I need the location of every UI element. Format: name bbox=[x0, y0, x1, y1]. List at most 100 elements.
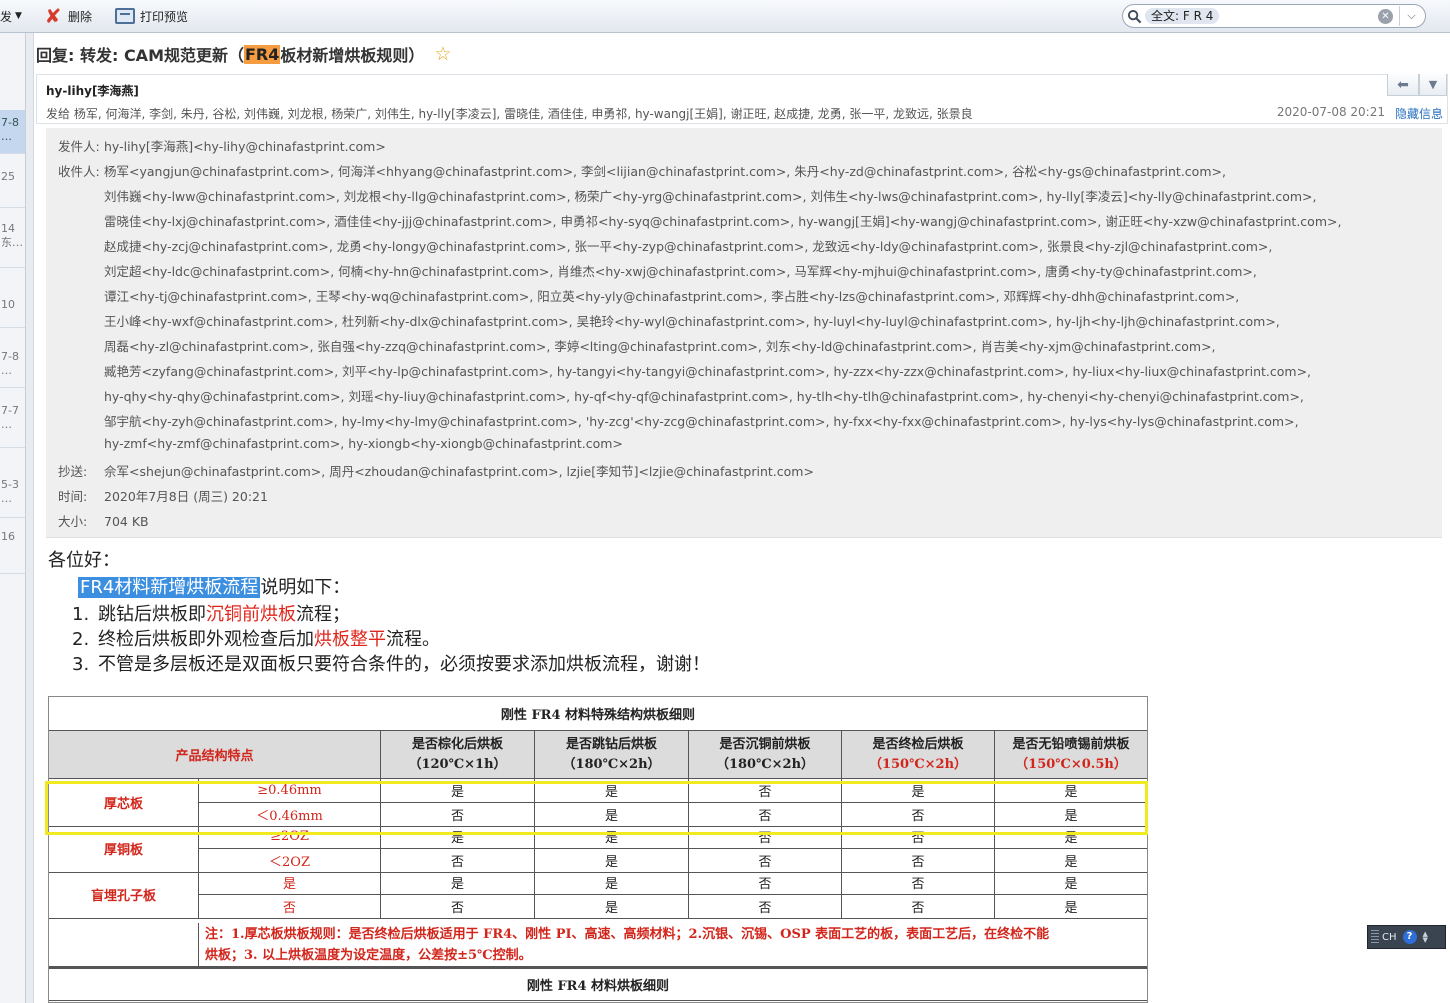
table-cell: 是 bbox=[535, 803, 689, 827]
star-icon[interactable]: ☆ bbox=[434, 43, 451, 65]
column-header: 是否无铅喷锡前烘板 （150℃×0.5h） bbox=[995, 731, 1147, 779]
cc-value[interactable]: 佘军<shejun@chinafastprint.com>, 周丹<zhouda… bbox=[104, 464, 814, 479]
group-name: 厚芯板 bbox=[49, 779, 199, 827]
to-line[interactable]: 王小峰<hy-wxf@chinafastprint.com>, 杜列新<hy-d… bbox=[104, 311, 1280, 330]
list-item[interactable]: 25 bbox=[0, 154, 25, 208]
table-cell: 是 bbox=[535, 825, 689, 849]
to-line[interactable]: 杨军<yangjun@chinafastprint.com>, 何海洋<hhya… bbox=[104, 161, 1226, 180]
list-scrollbar[interactable] bbox=[26, 33, 34, 1003]
table-cell: 是 bbox=[535, 895, 689, 919]
print-preview-button[interactable]: 打印预览 bbox=[108, 4, 194, 28]
ime-language[interactable]: CH bbox=[1382, 932, 1397, 943]
email-details: 发件人: hy-lihy[李海燕]<hy-lihy@chinafastprint.… bbox=[46, 128, 1442, 538]
ime-toolbar[interactable]: CH ? ▲ ▼ bbox=[1367, 925, 1446, 949]
search-dropdown-icon[interactable]: ⌵ bbox=[1399, 6, 1423, 26]
reply-button[interactable]: ⬅ bbox=[1387, 74, 1419, 96]
from-row: 发件人: hy-lihy[李海燕]<hy-lihy@chinafastprint.… bbox=[58, 136, 386, 155]
greeting: 各位好： bbox=[48, 550, 120, 571]
to-line[interactable]: 雷晓佳<hy-lxj@chinafastprint.com>, 酒佳佳<hy-j… bbox=[104, 211, 1341, 230]
to-line[interactable]: 谭江<hy-tj@chinafastprint.com>, 王琴<hy-wq@c… bbox=[104, 286, 1239, 305]
print-preview-label: 打印预览 bbox=[140, 9, 189, 24]
list-item-2: 2. 终检后烘板即外观检查后加烘板整平流程。 bbox=[72, 625, 440, 651]
email-datetime: 2020-07-08 20:21 bbox=[1276, 105, 1385, 119]
item-red-text: 烘板整平 bbox=[314, 629, 386, 650]
note-line: 注：1.厚芯板烘板规则：是否终检后烘板适用于 FR4、刚性 PI、高速、高频材料… bbox=[205, 926, 1050, 942]
subject-prefix: 回复: 转发: CAM规范更新（ bbox=[36, 46, 244, 65]
baking-rules-table-image: 刚性 FR4 材料特殊结构烘板细则 产品结构特点 是否棕化后烘板 （120℃×1h… bbox=[48, 696, 1148, 1003]
note-line: 烘板；3. 以上烘板温度为设定温度，公差按±5℃控制。 bbox=[205, 947, 532, 963]
search-box[interactable]: 全文: F R 4 ✕ ⌵ bbox=[1122, 4, 1426, 28]
list-item[interactable]: 7-8… bbox=[0, 328, 25, 388]
table-cell: 是 bbox=[535, 779, 689, 803]
time-row: 时间: 2020年7月8日 (周三) 20:21 bbox=[58, 486, 268, 505]
size-label: 大小: bbox=[58, 514, 88, 529]
column-header: 是否跳钻后烘板 （180℃×2h） bbox=[535, 731, 689, 779]
to-line[interactable]: 臧艳芳<zyfang@chinafastprint.com>, 刘平<hy-lp… bbox=[104, 361, 1311, 380]
column-header-condition: （150℃×2h） bbox=[868, 756, 968, 772]
list-item[interactable]: 7-8… bbox=[0, 110, 25, 154]
list-item-3: 3. 不管是多层板还是双面板只要符合条件的，必须按要求添加烘板流程，谢谢！ bbox=[72, 650, 710, 676]
item-text: 不管是多层板还是双面板只要符合条件的，必须按要求添加烘板流程，谢谢！ bbox=[98, 654, 710, 675]
list-item[interactable]: 16 bbox=[0, 518, 25, 574]
cc-row: 抄送: 佘军<shejun@chinafastprint.com>, 周丹<zho… bbox=[58, 461, 814, 480]
table-cell: 否 bbox=[689, 803, 842, 827]
group-name: 厚铜板 bbox=[49, 825, 199, 873]
table-cell: 是 bbox=[381, 779, 535, 803]
hide-info-link[interactable]: 隐藏信息 bbox=[1395, 105, 1443, 122]
time-value: 2020年7月8日 (周三) 20:21 bbox=[104, 489, 268, 504]
search-icon bbox=[1123, 5, 1145, 27]
column-header-condition: （120℃×1h） bbox=[408, 756, 507, 772]
from-label: 发件人: bbox=[58, 139, 100, 154]
list-item[interactable]: 7-7… bbox=[0, 388, 25, 448]
to-line[interactable]: hy-zmf<hy-zmf@chinafastprint.com>, hy-xi… bbox=[104, 436, 623, 451]
list-item[interactable]: 10 bbox=[0, 268, 25, 328]
table-cell: 否 bbox=[842, 871, 995, 895]
chevron-down-icon: ▼ bbox=[15, 11, 22, 21]
search-token[interactable]: 全文: F R 4 bbox=[1145, 8, 1220, 24]
size-row: 大小: 704 KB bbox=[58, 511, 149, 530]
to-line[interactable]: hy-qhy<hy-qhy@chinafastprint.com>, 刘瑶<hy… bbox=[104, 386, 1304, 405]
to-line[interactable]: 刘伟巍<hy-lww@chinafastprint.com>, 刘龙根<hy-l… bbox=[104, 186, 1316, 205]
drag-handle-icon[interactable] bbox=[1371, 930, 1379, 944]
list-number: 2. bbox=[72, 629, 90, 650]
delete-button[interactable]: ✘ 删除 bbox=[36, 4, 98, 28]
table-cell: 是 bbox=[381, 871, 535, 895]
row-condition: ＜2OZ bbox=[199, 849, 381, 873]
table-cell: 否 bbox=[842, 849, 995, 873]
chevron-down-icon: ▼ bbox=[1428, 78, 1438, 91]
table-cell: 是 bbox=[995, 803, 1147, 827]
column-header-name: 是否沉铜前烘板 bbox=[719, 736, 811, 752]
forward-menu-button[interactable]: 发 ▼ bbox=[0, 4, 30, 28]
to-line[interactable]: 邹宇航<hy-zyh@chinafastprint.com>, hy-lmy<h… bbox=[104, 411, 1299, 430]
more-actions-button[interactable]: ▼ bbox=[1419, 74, 1447, 96]
table-cell: 是 bbox=[535, 871, 689, 895]
sender-name[interactable]: hy-lihy[李海燕] bbox=[46, 82, 139, 99]
list-item[interactable]: 14 东… bbox=[0, 208, 25, 268]
note-blank bbox=[49, 923, 199, 967]
list-number: 1. bbox=[72, 604, 90, 625]
column-header-condition: （180℃×2h） bbox=[715, 756, 815, 772]
row-condition: ≥0.46mm bbox=[199, 779, 381, 803]
column-header: 是否终检后烘板 （150℃×2h） bbox=[842, 731, 995, 779]
table-cell: 是 bbox=[995, 895, 1147, 919]
column-header-name: 是否终检后烘板 bbox=[872, 736, 964, 752]
clear-search-icon[interactable]: ✕ bbox=[1378, 9, 1393, 24]
ime-options-icon[interactable]: ▲ ▼ bbox=[1423, 931, 1428, 944]
to-line[interactable]: 赵成捷<hy-zcj@chinafastprint.com>, 龙勇<hy-lo… bbox=[104, 236, 1272, 255]
table-cell: 否 bbox=[381, 895, 535, 919]
to-line[interactable]: 周磊<hy-zl@chinafastprint.com>, 张自强<hy-zzq… bbox=[104, 336, 1216, 355]
help-icon[interactable]: ? bbox=[1402, 930, 1417, 944]
list-item[interactable]: 5-3… bbox=[0, 448, 25, 518]
table-cell: 否 bbox=[842, 803, 995, 827]
from-value[interactable]: hy-lihy[李海燕]<hy-lihy@chinafastprint.com> bbox=[104, 139, 386, 154]
column-header: 是否棕化后烘板 （120℃×1h） bbox=[381, 731, 535, 779]
table-cell: 否 bbox=[689, 895, 842, 919]
table-cell: 是 bbox=[995, 779, 1147, 803]
to-line[interactable]: 刘定超<hy-ldc@chinafastprint.com>, 何楠<hy-hn… bbox=[104, 261, 1257, 280]
table-cell: 否 bbox=[689, 779, 842, 803]
table-cell: 是 bbox=[842, 779, 995, 803]
table-cell: 是 bbox=[535, 849, 689, 873]
table-cell: 否 bbox=[381, 803, 535, 827]
table-cell: 否 bbox=[842, 825, 995, 849]
table-note: 注：1.厚芯板烘板规则：是否终检后烘板适用于 FR4、刚性 PI、高速、高频材料… bbox=[199, 923, 1147, 967]
